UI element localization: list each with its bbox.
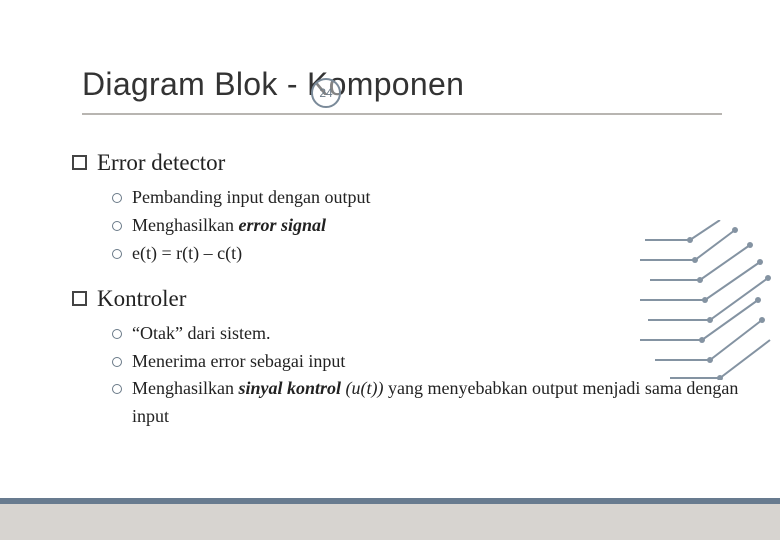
square-bullet-icon bbox=[72, 155, 87, 170]
square-bullet-icon bbox=[72, 291, 87, 306]
circle-bullet-icon bbox=[112, 221, 122, 231]
section-heading: Kontroler bbox=[97, 286, 186, 312]
item-text: e(t) = r(t) – c(t) bbox=[132, 240, 740, 268]
list-item: Menghasilkan error signal bbox=[112, 212, 740, 240]
page-number: 24 bbox=[319, 86, 332, 100]
section-heading: Error detector bbox=[97, 150, 225, 176]
item-text: “Otak” dari sistem. bbox=[132, 320, 740, 348]
page-number-badge: 24 bbox=[311, 78, 341, 108]
item-text: Pembanding input dengan output bbox=[132, 184, 740, 212]
list-item: Menerima error sebagai input bbox=[112, 348, 740, 376]
slide-title: Diagram Blok - Komponen bbox=[82, 66, 720, 103]
circle-bullet-icon bbox=[112, 249, 122, 259]
item-list: “Otak” dari sistem.Menerima error sebaga… bbox=[112, 320, 740, 432]
circle-bullet-icon bbox=[112, 329, 122, 339]
section-head: Kontroler bbox=[72, 286, 740, 312]
content-body: Error detector Pembanding input dengan ou… bbox=[72, 150, 740, 449]
footer-band bbox=[0, 504, 780, 540]
section: Kontroler “Otak” dari sistem.Menerima err… bbox=[72, 286, 740, 432]
section-head: Error detector bbox=[72, 150, 740, 176]
list-item: Pembanding input dengan output bbox=[112, 184, 740, 212]
circle-bullet-icon bbox=[112, 384, 122, 394]
item-text: Menghasilkan error signal bbox=[132, 212, 740, 240]
item-text: Menerima error sebagai input bbox=[132, 348, 740, 376]
list-item: “Otak” dari sistem. bbox=[112, 320, 740, 348]
item-text: Menghasilkan sinyal kontrol (u(t)) yang … bbox=[132, 375, 740, 431]
title-underline bbox=[82, 113, 722, 115]
list-item: e(t) = r(t) – c(t) bbox=[112, 240, 740, 268]
item-list: Pembanding input dengan outputMenghasilk… bbox=[112, 184, 740, 268]
section: Error detector Pembanding input dengan ou… bbox=[72, 150, 740, 268]
circle-bullet-icon bbox=[112, 357, 122, 367]
circle-bullet-icon bbox=[112, 193, 122, 203]
list-item: Menghasilkan sinyal kontrol (u(t)) yang … bbox=[112, 375, 740, 431]
slide: Diagram Blok - Komponen 24 Error detecto… bbox=[0, 0, 780, 540]
title-area: Diagram Blok - Komponen bbox=[82, 66, 720, 115]
